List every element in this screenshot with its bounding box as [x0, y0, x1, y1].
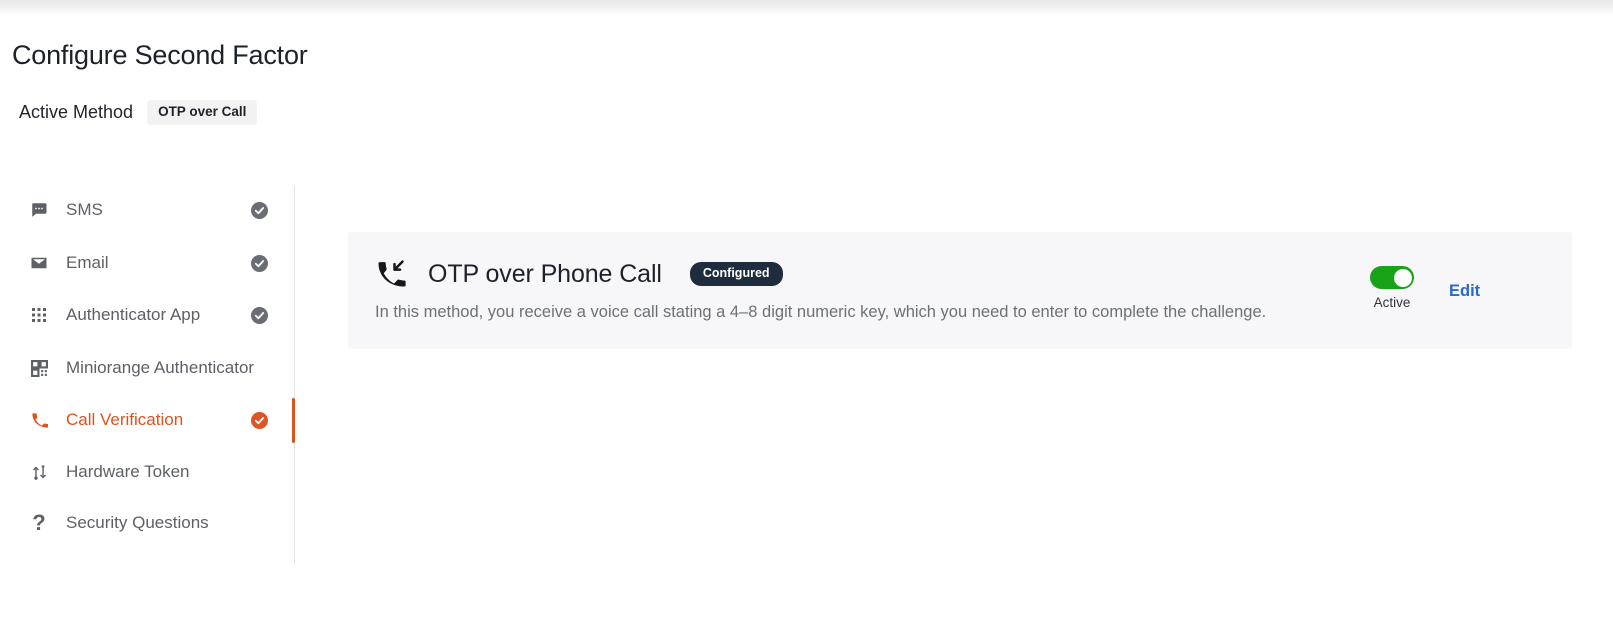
page-title: Configure Second Factor [12, 40, 308, 70]
configured-check-icon [251, 306, 268, 324]
chat-bubble-icon [28, 199, 50, 221]
method-card-title: OTP over Phone Call [428, 259, 662, 288]
sidebar-item-hardware-token[interactable]: Hardware Token [28, 455, 276, 489]
configured-check-icon [251, 411, 268, 429]
sidebar-item-label: Call Verification [66, 410, 184, 429]
sidebar-item-label: Authenticator App [66, 305, 201, 324]
sidebar-item-label: Security Questions [66, 513, 209, 532]
method-sidebar: SMS Email Authenticator App Miniorange A… [0, 186, 296, 566]
method-card-description: In this method, you receive a voice call… [375, 303, 1267, 321]
usb-token-icon [28, 461, 50, 483]
top-bar [0, 0, 1613, 15]
sidebar-item-label: Email [66, 253, 109, 272]
phone-icon [28, 409, 50, 431]
toggle-knob [1393, 268, 1412, 287]
question-mark-icon: ? [32, 510, 46, 535]
sidebar-item-miniorange-authenticator[interactable]: Miniorange Authenticator [28, 351, 276, 385]
incoming-call-icon [374, 257, 408, 291]
configure-second-factor-page: Configure Second Factor Active Method OT… [0, 0, 1613, 631]
sidebar-item-label: SMS [66, 200, 103, 219]
method-toggle-group: Active [1368, 266, 1416, 310]
sidebar-item-call-verification[interactable]: Call Verification [28, 403, 276, 437]
method-card-header: OTP over Phone Call Configured [374, 257, 783, 291]
configured-check-icon [251, 201, 268, 219]
sidebar-item-authenticator-app[interactable]: Authenticator App [28, 298, 276, 332]
active-method-row: Active Method OTP over Call [19, 100, 258, 125]
qr-code-icon [28, 357, 50, 379]
status-badge: Configured [689, 262, 783, 286]
sidebar-item-label: Hardware Token [66, 462, 190, 481]
active-toggle[interactable] [1370, 266, 1414, 289]
edit-link[interactable]: Edit [1449, 282, 1480, 301]
active-method-label: Active Method [19, 101, 134, 122]
dot-grid-icon [28, 304, 50, 326]
sidebar-item-label: Miniorange Authenticator [66, 358, 255, 377]
sidebar-item-sms[interactable]: SMS [28, 193, 276, 227]
configured-check-icon [251, 254, 268, 272]
active-method-chip: OTP over Call [147, 100, 258, 125]
envelope-icon [28, 252, 50, 274]
sidebar-item-email[interactable]: Email [28, 246, 276, 280]
toggle-state-label: Active [1373, 295, 1411, 310]
sidebar-item-security-questions[interactable]: ? Security Questions [28, 506, 276, 540]
